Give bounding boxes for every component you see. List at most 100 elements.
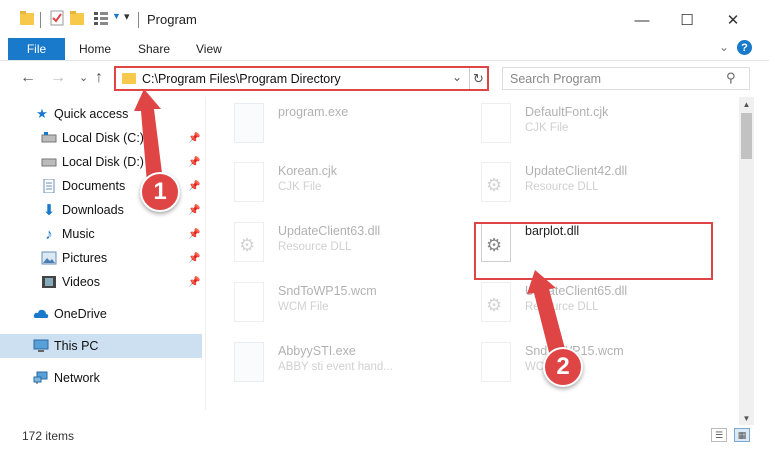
customize-toolbar-icon[interactable]: ▾ (124, 10, 130, 23)
help-icon[interactable]: ? (737, 40, 752, 55)
sidebar-item-music[interactable]: ♪ Music 📌 (0, 222, 202, 246)
arrow-1 (134, 89, 163, 183)
up-button[interactable]: ↑ (95, 69, 103, 87)
file-name: program.exe (278, 105, 349, 119)
search-input[interactable]: Search Program ⚲ (502, 67, 750, 90)
refresh-button[interactable]: ↻ (469, 68, 487, 89)
scroll-down-icon[interactable]: ▼ (739, 411, 754, 425)
network-icon (33, 371, 48, 384)
file-type: CJK File (525, 122, 569, 134)
status-bar: 172 items ☰ ▦ (0, 425, 769, 447)
large-icons-view-icon[interactable]: ▦ (734, 428, 750, 442)
ribbon-collapse-icon[interactable]: ⌄ (719, 40, 729, 54)
file-item[interactable]: DefaultFont.cjk CJK File (481, 103, 721, 155)
sidebar-item-onedrive[interactable]: OneDrive (0, 302, 202, 326)
file-item[interactable]: Korean.cjk CJK File (234, 162, 474, 214)
bottom-strip (0, 447, 769, 465)
tab-home[interactable]: Home (79, 42, 111, 56)
star-icon: ★ (36, 106, 48, 121)
drive-icon (41, 132, 57, 143)
maximize-button[interactable]: ☐ (674, 8, 700, 32)
title-bar: ▼ ▾ Program — ☐ ✕ (0, 0, 769, 38)
ribbon-tabs: File Home Share View ⌄ ? (0, 38, 769, 60)
file-item[interactable]: UpdateClient63.dll Resource DLL (234, 222, 474, 274)
exe-file-icon (234, 103, 264, 143)
sidebar-item-label: Downloads (62, 203, 124, 217)
back-button[interactable]: ← (20, 69, 36, 87)
close-button[interactable]: ✕ (720, 8, 746, 32)
address-text[interactable]: C:\Program Files\Program Directory (142, 72, 341, 86)
file-name: AbbyySTI.exe (278, 344, 356, 358)
sidebar-item-label: OneDrive (54, 307, 107, 321)
dll-file-icon (234, 222, 264, 262)
recent-locations-button[interactable]: ⌄ (79, 71, 88, 84)
highlight-barplot-box (474, 222, 713, 280)
scroll-up-icon[interactable]: ▲ (739, 97, 754, 111)
dll-file-icon (481, 282, 511, 322)
file-type: Resource DLL (278, 241, 352, 253)
sidebar-item-label: Music (62, 227, 95, 241)
tab-file[interactable]: File (8, 38, 65, 60)
download-icon: ⬇ (42, 202, 56, 219)
search-placeholder: Search Program (510, 72, 602, 86)
file-icon (481, 103, 511, 143)
separator (138, 12, 139, 28)
videos-icon (42, 276, 56, 288)
step-badge-2: 2 (543, 347, 583, 387)
drive-icon (41, 158, 57, 167)
file-name: UpdateClient42.dll (525, 164, 628, 178)
sidebar-item-this-pc[interactable]: This PC (0, 334, 202, 358)
dll-file-icon (481, 162, 511, 202)
pin-icon[interactable]: 📌 (188, 205, 200, 216)
file-name: Korean.cjk (278, 164, 338, 178)
minimize-button[interactable]: — (629, 8, 655, 32)
sidebar-item-label: Videos (62, 275, 100, 289)
file-icon (481, 342, 511, 382)
qa-dropdown-icon[interactable]: ▼ (112, 11, 121, 21)
step-badge-1: 1 (140, 172, 180, 212)
sidebar-item-label: Quick access (54, 107, 129, 121)
view-options-icon[interactable] (93, 10, 109, 26)
search-icon[interactable]: ⚲ (726, 70, 736, 86)
sidebar-item-videos[interactable]: Videos 📌 (0, 270, 202, 294)
file-icon (234, 282, 264, 322)
file-name: SndToWP15.wcm (278, 284, 377, 298)
vertical-scrollbar[interactable]: ▲ ▼ (739, 97, 754, 425)
file-item[interactable]: SndToWP15.wcm WCM File (234, 282, 474, 334)
file-item[interactable]: SndToWP15.wcm WCM File (481, 342, 721, 394)
forward-button[interactable]: → (50, 69, 66, 87)
cloud-icon (33, 309, 49, 318)
sidebar-item-label: Documents (62, 179, 126, 193)
tab-view[interactable]: View (196, 42, 222, 56)
music-icon: ♪ (45, 225, 53, 243)
pictures-icon (41, 251, 57, 265)
tab-share[interactable]: Share (138, 42, 170, 56)
documents-icon (43, 179, 55, 193)
sidebar-item-label: This PC (54, 339, 99, 353)
pin-icon[interactable]: 📌 (188, 253, 200, 264)
file-name: DefaultFont.cjk (525, 105, 609, 119)
sidebar-item-pictures[interactable]: Pictures 📌 (0, 246, 202, 270)
pin-icon[interactable]: 📌 (188, 229, 200, 240)
file-item[interactable]: AbbyySTI.exe ABBY sti event hand... (234, 342, 474, 394)
file-type: CJK File (278, 181, 322, 193)
sidebar-item-label: Network (54, 371, 100, 385)
file-item[interactable]: UpdateClient42.dll Resource DLL (481, 162, 721, 214)
file-item[interactable]: UpdateClient65.dll Resource DLL (481, 282, 721, 334)
scroll-thumb[interactable] (741, 113, 752, 159)
properties-icon[interactable] (50, 10, 64, 26)
address-dropdown-icon[interactable]: ⌄ (452, 70, 462, 84)
file-type: ABBY sti event hand... (278, 361, 393, 373)
folder-icon[interactable] (20, 10, 34, 26)
details-view-icon[interactable]: ☰ (711, 428, 727, 442)
sidebar-item-network[interactable]: Network (0, 366, 202, 390)
computer-icon (33, 339, 49, 352)
navigation-bar: ← → ⌄ ↑ C:\Program Files\Program Directo… (0, 60, 769, 96)
file-icon (234, 162, 264, 202)
file-item[interactable]: program.exe (234, 103, 474, 155)
file-name: UpdateClient63.dll (278, 224, 381, 238)
folder-icon (122, 73, 136, 84)
pin-icon[interactable]: 📌 (188, 277, 200, 288)
new-folder-icon[interactable] (70, 10, 84, 26)
file-type: Resource DLL (525, 181, 599, 193)
